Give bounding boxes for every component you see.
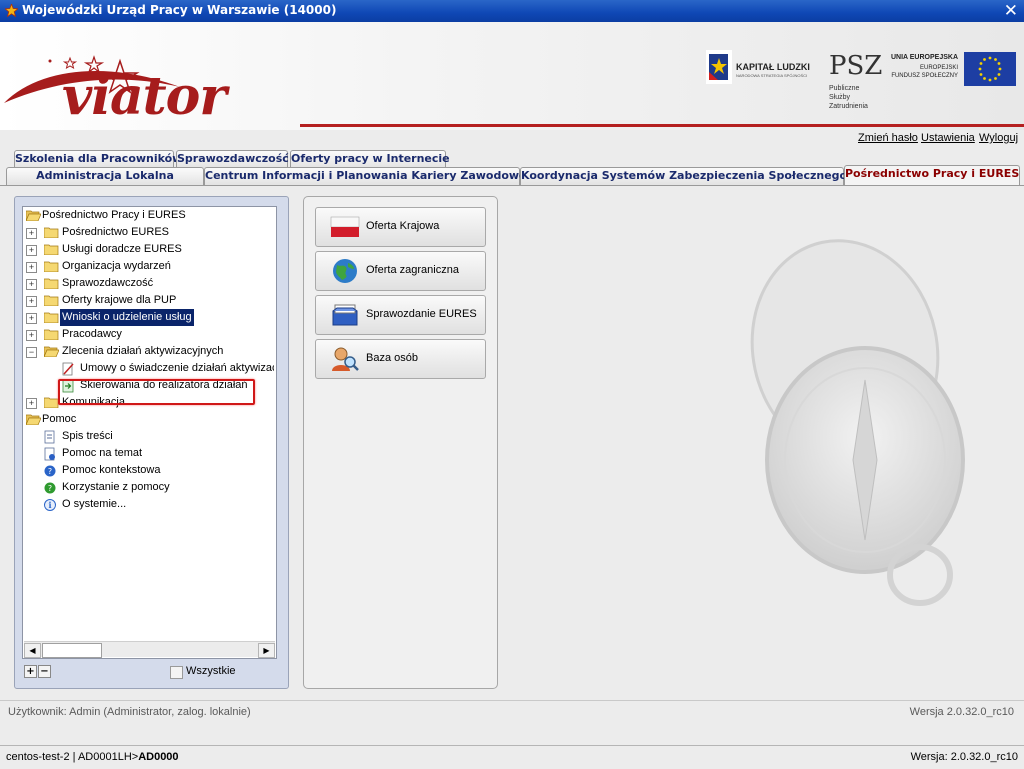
tab-posrednictwo[interactable]: Pośrednictwo Pracy i EURES — [844, 165, 1020, 185]
user-status-bar: Użytkownik: Admin (Administrator, zalog.… — [0, 700, 1024, 723]
folder-icon — [44, 227, 59, 238]
version-bottom: Wersja: 2.0.32.0_rc10 — [910, 751, 1018, 763]
host-status-bar: centos-test-2 | AD0001LH>AD0000 Wersja: … — [0, 745, 1024, 769]
folder-open-icon — [44, 346, 59, 357]
expand-icon[interactable]: + — [26, 245, 37, 256]
title-bar: Wojewódzki Urząd Pracy w Warszawie (1400… — [0, 0, 1024, 22]
eu-flag-icon — [964, 52, 1016, 86]
highlight-box — [58, 379, 255, 405]
tab-sprawozdawczosc[interactable]: Sprawozdawczość — [176, 150, 289, 168]
globe-icon — [333, 259, 357, 283]
version-label: Wersja 2.0.32.0_rc10 — [909, 706, 1014, 718]
sprawozdanie-eures-button[interactable]: Sprawozdanie EURES — [315, 295, 486, 335]
header-banner: viator KAPITAŁ LUDZKI NARODOWA STRATEGIA… — [0, 22, 1024, 130]
expand-icon[interactable]: + — [26, 313, 37, 324]
settings-link[interactable]: Ustawienia — [921, 132, 975, 144]
scroll-right-icon[interactable]: ▶ — [258, 643, 275, 658]
tab-szkolenia[interactable]: Szkolenia dla Pracowników — [14, 150, 182, 168]
close-icon[interactable]: ✕ — [1004, 1, 1018, 21]
compass-watermark-icon — [750, 239, 965, 606]
oferta-zagraniczna-button[interactable]: Oferta zagraniczna — [315, 251, 486, 291]
folder-icon — [44, 329, 59, 340]
expand-icon[interactable]: + — [26, 330, 37, 341]
help-question-icon: ? — [44, 465, 56, 477]
help-document-icon — [44, 447, 55, 461]
svg-text:?: ? — [48, 467, 52, 476]
psz-logo: PSZ — [829, 51, 883, 81]
host-code: AD0000 — [138, 751, 179, 763]
top-links-bar: Zmień hasło Ustawienia Wyloguj — [0, 130, 1024, 148]
help-green-icon: ? — [44, 482, 56, 494]
info-icon: i — [44, 499, 56, 511]
change-password-link[interactable]: Zmień hasło — [858, 132, 918, 144]
edit-document-icon — [62, 362, 74, 376]
folder-open-icon — [26, 414, 41, 425]
collapse-icon[interactable]: − — [26, 347, 37, 358]
selected-tree-label: Wnioski o udzielenie usług — [60, 309, 194, 326]
tab-oferty-internet[interactable]: Oferty pracy w Internecie — [290, 150, 450, 168]
tab-centrum-informacji[interactable]: Centrum Informacji i Planowania Kariery … — [204, 167, 530, 185]
expand-icon[interactable]: + — [26, 279, 37, 290]
scroll-thumb[interactable] — [42, 643, 102, 658]
svg-text:?: ? — [48, 484, 52, 493]
tab-koordynacja[interactable]: Koordynacja Systemów Zabezpieczenia Społ… — [520, 167, 847, 185]
expand-icon[interactable]: + — [26, 228, 37, 239]
folder-icon — [44, 244, 59, 255]
folder-icon — [44, 278, 59, 289]
tab-divider — [0, 185, 1024, 186]
kapital-ludzki-label: KAPITAŁ LUDZKI — [736, 62, 810, 72]
expand-icon[interactable]: + — [26, 262, 37, 273]
report-icon — [332, 304, 358, 326]
expand-icon[interactable]: + — [26, 398, 37, 409]
user-info: Użytkownik: Admin (Administrator, zalog.… — [8, 706, 251, 718]
expand-icon[interactable]: + — [26, 296, 37, 307]
baza-osob-button[interactable]: Baza osób — [315, 339, 486, 379]
expand-all-button[interactable]: + — [24, 665, 37, 678]
eu-title: UNIA EUROPEJSKA — [890, 54, 958, 61]
psz-caption: Publiczne Służby Zatrudnienia — [829, 85, 868, 110]
header-divider — [300, 124, 1024, 127]
window-title: Wojewódzki Urząd Pracy w Warszawie (1400… — [22, 3, 337, 17]
document-icon — [44, 430, 55, 444]
viator-logo: viator — [62, 66, 227, 127]
app-icon — [5, 4, 18, 17]
tree-item-label: Pośrednictwo Pracy i EURES — [42, 209, 186, 221]
logout-link[interactable]: Wyloguj — [979, 132, 1018, 144]
all-checkbox-label: Wszystkie — [186, 665, 236, 677]
all-checkbox[interactable] — [170, 666, 183, 679]
folder-icon — [44, 397, 59, 408]
tree-horizontal-scrollbar[interactable]: ◀ ▶ — [24, 641, 275, 658]
svg-text:i: i — [48, 500, 51, 510]
folder-icon — [44, 261, 59, 272]
people-search-icon — [332, 347, 359, 371]
eu-caption: EUROPEJSKI FUNDUSZ SPOŁECZNY — [891, 65, 958, 79]
folder-icon — [44, 295, 59, 306]
collapse-all-button[interactable]: − — [38, 665, 51, 678]
kapital-ludzki-sub: NARODOWA STRATEGIA SPÓJNOŚCI — [736, 73, 808, 78]
folder-icon — [44, 312, 59, 323]
scroll-left-icon[interactable]: ◀ — [24, 643, 41, 658]
folder-open-icon — [26, 210, 41, 221]
poland-flag-icon — [330, 216, 360, 237]
host-info: centos-test-2 | AD0001LH>AD0000 — [6, 751, 179, 763]
tab-administracja-lokalna[interactable]: Administracja Lokalna — [6, 167, 204, 185]
tree-item-umowy[interactable]: Umowy o świadczenie działań aktywizacyjn… — [62, 360, 274, 377]
kapital-ludzki-logo-icon — [706, 50, 732, 84]
oferta-krajowa-button[interactable]: Oferta Krajowa — [315, 207, 486, 247]
